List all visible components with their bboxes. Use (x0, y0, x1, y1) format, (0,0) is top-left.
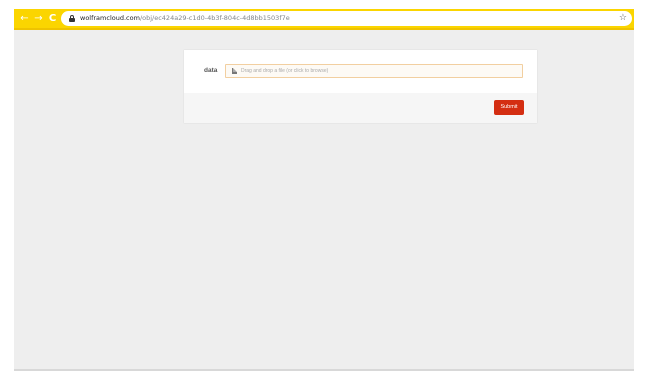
form-footer: Submit (184, 93, 537, 123)
bookmark-star-icon[interactable]: ☆ (619, 12, 627, 25)
back-arrow-icon[interactable]: ← (18, 12, 31, 25)
file-icon (232, 68, 237, 74)
toolbar-divider (14, 28, 634, 30)
submit-button[interactable]: Submit (494, 100, 524, 115)
form-card: data Drag and drop a file (or click to b… (184, 50, 537, 123)
browser-window: ← → C wolframcloud.com/obj/ec424a29-c1d0… (14, 9, 634, 371)
browser-toolbar: ← → C wolframcloud.com/obj/ec424a29-c1d0… (14, 9, 634, 30)
address-url[interactable]: wolframcloud.com/obj/ec424a29-c1d0-4b3f-… (80, 13, 290, 24)
address-bar[interactable]: wolframcloud.com/obj/ec424a29-c1d0-4b3f-… (61, 11, 632, 26)
url-path: /obj/ec424a29-c1d0-4b3f-804c-4d8bb1503f7… (139, 14, 290, 22)
forward-arrow-icon[interactable]: → (32, 12, 45, 25)
drop-zone-placeholder: Drag and drop a file (or click to browse… (241, 68, 329, 74)
data-field-label: data (204, 67, 218, 74)
url-host: wolframcloud.com (80, 14, 140, 22)
reload-icon[interactable]: C (46, 12, 59, 25)
lock-icon[interactable] (69, 15, 75, 22)
window-bottom-edge (14, 369, 634, 371)
file-drop-zone[interactable]: Drag and drop a file (or click to browse… (225, 64, 523, 78)
